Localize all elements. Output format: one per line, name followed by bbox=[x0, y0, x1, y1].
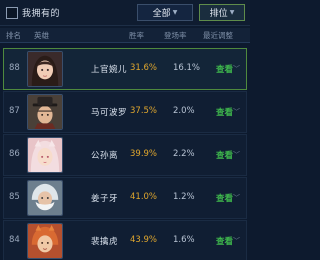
hero-avatar bbox=[27, 223, 63, 259]
hero-name: 马可波罗 bbox=[91, 108, 128, 118]
view-button[interactable]: 查看 bbox=[216, 192, 233, 204]
pick-rate-value: 1.2% bbox=[173, 192, 195, 202]
top-bar: 我拥有的 全部 ▼ 排位 ▼ bbox=[0, 0, 250, 26]
own-heroes-checkbox[interactable] bbox=[6, 6, 18, 19]
sort-mode-label: 排位 bbox=[209, 9, 228, 19]
all-filter-dropdown[interactable]: 全部 ▼ bbox=[137, 4, 193, 21]
column-header-win-rate[interactable]: 胜率 bbox=[129, 30, 144, 41]
hero-avatar bbox=[27, 180, 63, 216]
sort-mode-dropdown[interactable]: 排位 ▼ bbox=[199, 4, 245, 21]
pick-rate-value: 2.2% bbox=[173, 149, 195, 159]
own-heroes-label: 我拥有的 bbox=[22, 9, 61, 19]
view-button[interactable]: 查看 bbox=[216, 235, 233, 247]
hero-name: 上官婉儿 bbox=[91, 65, 128, 75]
chevron-down-icon: ▼ bbox=[229, 9, 235, 16]
rank-value: 85 bbox=[9, 192, 20, 202]
chevron-down-icon[interactable]: ﹀ bbox=[233, 64, 240, 74]
pick-rate-value: 2.0% bbox=[173, 106, 195, 116]
rank-value: 84 bbox=[9, 235, 20, 245]
table-row[interactable]: 87 马可波罗 37.5% 2.0% 查看 ﹀ bbox=[3, 91, 247, 133]
pick-rate-value: 16.1% bbox=[173, 63, 201, 73]
table-row[interactable]: 84 裴擒虎 43.9% 1.6% 查看 ﹀ bbox=[3, 220, 247, 260]
column-header-recent-adjustment: 最近调整 bbox=[203, 31, 233, 40]
hero-name: 公孙离 bbox=[91, 151, 119, 161]
win-rate-value: 39.9% bbox=[130, 149, 158, 159]
column-header-pick-rate[interactable]: 登场率 bbox=[164, 30, 187, 41]
column-header-hero: 英雄 bbox=[34, 31, 49, 40]
hero-name: 裴擒虎 bbox=[91, 237, 119, 247]
header-divider bbox=[0, 42, 250, 43]
win-rate-value: 31.6% bbox=[130, 63, 158, 73]
chevron-down-icon[interactable]: ﹀ bbox=[233, 193, 240, 203]
view-button[interactable]: 查看 bbox=[216, 106, 233, 118]
rank-value: 88 bbox=[9, 63, 20, 73]
own-heroes-filter[interactable]: 我拥有的 bbox=[6, 6, 60, 19]
chevron-down-icon: ▼ bbox=[172, 9, 178, 16]
chevron-down-icon[interactable]: ﹀ bbox=[233, 150, 240, 160]
hero-avatar bbox=[27, 51, 63, 87]
hero-avatar bbox=[27, 137, 63, 173]
win-rate-value: 43.9% bbox=[130, 235, 158, 245]
chevron-down-icon[interactable]: ﹀ bbox=[233, 236, 240, 246]
win-rate-value: 41.0% bbox=[130, 192, 158, 202]
chevron-down-icon[interactable]: ﹀ bbox=[233, 107, 240, 117]
hero-name: 姜子牙 bbox=[91, 194, 119, 204]
pick-rate-value: 1.6% bbox=[173, 235, 195, 245]
view-button[interactable]: 查看 bbox=[216, 63, 233, 75]
rank-value: 86 bbox=[9, 149, 20, 159]
hero-avatar bbox=[27, 94, 63, 130]
table-row[interactable]: 88 上官婉儿 31.6% 16.1% 查看 ﹀ bbox=[3, 48, 247, 90]
table-header: 排名 英雄 胜率 登场率 最近调整 bbox=[0, 28, 250, 42]
column-header-rank[interactable]: 排名 bbox=[6, 30, 21, 41]
rank-value: 87 bbox=[9, 106, 20, 116]
table-row[interactable]: 85 姜子牙 41.0% 1.2% 查看 ﹀ bbox=[3, 177, 247, 219]
view-button[interactable]: 查看 bbox=[216, 149, 233, 161]
table-row[interactable]: 86 公孙离 39.9% 2.2% 查看 ﹀ bbox=[3, 134, 247, 176]
all-filter-label: 全部 bbox=[152, 9, 171, 19]
win-rate-value: 37.5% bbox=[130, 106, 158, 116]
